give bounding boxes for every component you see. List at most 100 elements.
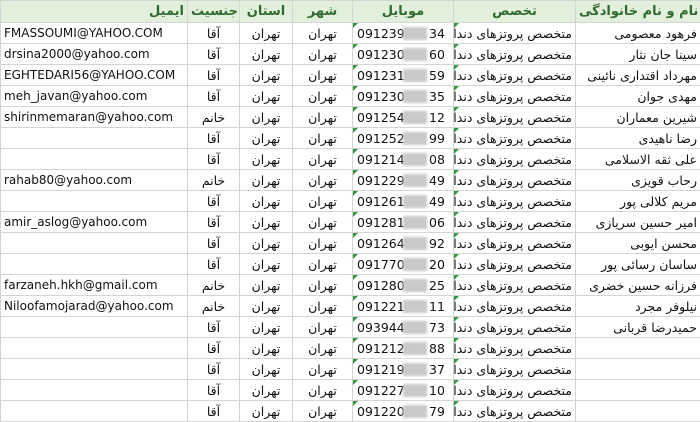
cell-name[interactable] [576,359,700,380]
cell-city[interactable]: تهران [293,359,353,380]
column-header-specialty[interactable]: تخصص [454,1,576,23]
cell-province[interactable]: تهران [240,254,293,275]
cell-city[interactable]: تهران [293,107,353,128]
cell-city[interactable]: تهران [293,170,353,191]
cell-specialty[interactable]: متخصص پروتزهای دندانی [454,254,576,275]
cell-province[interactable]: تهران [240,233,293,254]
cell-province[interactable]: تهران [240,401,293,422]
cell-city[interactable]: تهران [293,317,353,338]
cell-city[interactable]: تهران [293,296,353,317]
cell-province[interactable]: تهران [240,44,293,65]
cell-gender[interactable]: آقا [188,128,240,149]
cell-province[interactable]: تهران [240,65,293,86]
cell-city[interactable]: تهران [293,212,353,233]
cell-name[interactable]: رضا ناهیدی [576,128,700,149]
cell-province[interactable]: تهران [240,296,293,317]
cell-province[interactable]: تهران [240,107,293,128]
cell-mobile[interactable]: 091219337 [353,359,454,380]
cell-email[interactable] [1,338,188,359]
cell-name[interactable]: رحاب قویزی [576,170,700,191]
cell-gender[interactable]: آقا [188,212,240,233]
cell-gender[interactable]: آقا [188,359,240,380]
cell-name[interactable]: علی ثقه الاسلامی [576,149,700,170]
cell-mobile[interactable]: 091254912 [353,107,454,128]
cell-email[interactable]: amir_aslog@yahoo.com [1,212,188,233]
cell-specialty[interactable]: متخصص پروتزهای دندانی [454,86,576,107]
cell-name[interactable]: فرزانه حسین خضری [576,275,700,296]
cell-email[interactable]: EGHTEDARI56@YAHOO.COM [1,65,188,86]
cell-mobile[interactable]: 093944573 [353,317,454,338]
cell-specialty[interactable]: متخصص پروتزهای دندانی (ثابه محمد امامیه [454,401,576,422]
cell-mobile[interactable]: 091227010 [353,380,454,401]
cell-gender[interactable]: آقا [188,317,240,338]
cell-province[interactable]: تهران [240,275,293,296]
cell-city[interactable]: تهران [293,233,353,254]
cell-specialty[interactable]: متخصص پروتزهای دندانی [454,317,576,338]
cell-specialty[interactable]: متخصص پروتزهای دندانی [454,212,576,233]
cell-province[interactable]: تهران [240,23,293,44]
cell-specialty[interactable]: متخصص پروتزهای دندانی [454,23,576,44]
cell-city[interactable]: تهران [293,338,353,359]
cell-mobile[interactable]: 091239434 [353,23,454,44]
cell-gender[interactable]: آقا [188,401,240,422]
cell-mobile[interactable]: 091220479 [353,401,454,422]
cell-gender[interactable]: آقا [188,44,240,65]
cell-province[interactable]: تهران [240,338,293,359]
cell-mobile[interactable]: 091261849 [353,191,454,212]
cell-specialty[interactable]: متخصص پروتزهای دندانی (ثابه رضا پروهان [454,359,576,380]
cell-email[interactable]: Niloofamojarad@yahoo.com [1,296,188,317]
cell-name[interactable]: فرهود معصومی [576,23,700,44]
cell-province[interactable]: تهران [240,149,293,170]
cell-email[interactable]: drsina2000@yahoo.com [1,44,188,65]
cell-name[interactable]: مهدی جوان [576,86,700,107]
cell-city[interactable]: تهران [293,401,353,422]
cell-email[interactable]: shirinmemaran@yahoo.com [1,107,188,128]
cell-name[interactable]: مهرداد اقتداری نائینی [576,65,700,86]
cell-province[interactable]: تهران [240,191,293,212]
cell-province[interactable]: تهران [240,359,293,380]
cell-name[interactable]: امیر حسین سریازی [576,212,700,233]
cell-name[interactable]: سینا جان نثار [576,44,700,65]
cell-gender[interactable]: خانم [188,170,240,191]
cell-name[interactable]: ساسان رسائی پور [576,254,700,275]
cell-mobile[interactable]: 091231559 [353,65,454,86]
cell-name[interactable]: مریم کلالی پور [576,191,700,212]
cell-name[interactable]: نیلوفر مجرد [576,296,700,317]
cell-gender[interactable]: آقا [188,380,240,401]
cell-specialty[interactable]: متخصص پروتزهای دندانی [454,296,576,317]
column-header-name[interactable]: نام و نام خانوادگی [576,1,700,23]
cell-city[interactable]: تهران [293,65,353,86]
cell-specialty[interactable]: متخصص پروتزهای دندانی [454,44,576,65]
cell-city[interactable]: تهران [293,44,353,65]
cell-city[interactable]: تهران [293,380,353,401]
cell-email[interactable] [1,128,188,149]
cell-email[interactable] [1,359,188,380]
cell-mobile[interactable]: 091214308 [353,149,454,170]
cell-gender[interactable]: آقا [188,233,240,254]
cell-gender[interactable]: خانم [188,296,240,317]
cell-mobile[interactable]: 091229049 [353,170,454,191]
cell-province[interactable]: تهران [240,128,293,149]
cell-email[interactable] [1,191,188,212]
cell-mobile[interactable]: 091264992 [353,233,454,254]
cell-gender[interactable]: خانم [188,275,240,296]
cell-specialty[interactable]: متخصص پروتزهای دندانی [454,191,576,212]
cell-specialty[interactable]: متخصص پروتزهای دندانی [454,170,576,191]
cell-mobile[interactable]: 091212788 [353,338,454,359]
cell-province[interactable]: تهران [240,380,293,401]
cell-specialty[interactable]: متخصص پروتزهای دندانی (ثابه جعفر دادمنش [454,380,576,401]
cell-mobile[interactable]: 091230335 [353,86,454,107]
cell-email[interactable]: rahab80@yahoo.com [1,170,188,191]
cell-mobile[interactable]: 091281206 [353,212,454,233]
column-header-email[interactable]: ایمیل [1,1,188,23]
column-header-mobile[interactable]: موبایل [353,1,454,23]
cell-city[interactable]: تهران [293,191,353,212]
column-header-city[interactable]: شهر [293,1,353,23]
cell-province[interactable]: تهران [240,86,293,107]
cell-email[interactable] [1,401,188,422]
cell-gender[interactable]: آقا [188,254,240,275]
column-header-gender[interactable]: جنسیت [188,1,240,23]
cell-city[interactable]: تهران [293,275,353,296]
cell-mobile[interactable]: 091221111 [353,296,454,317]
cell-email[interactable] [1,233,188,254]
